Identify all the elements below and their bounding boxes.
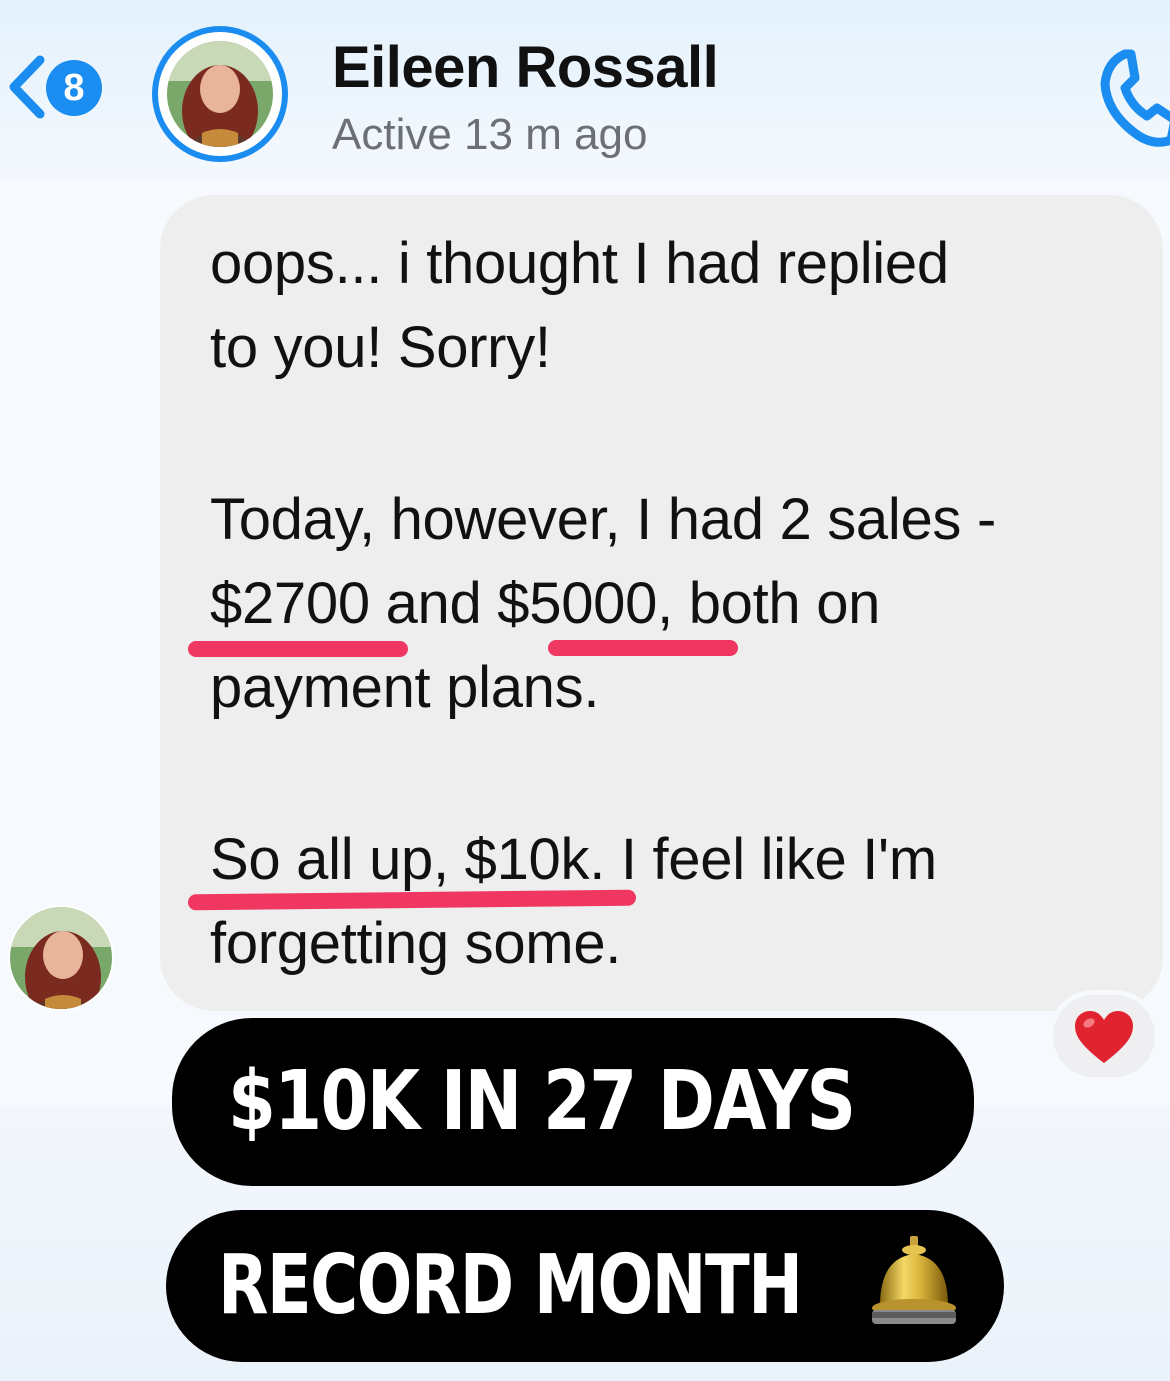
phone-icon <box>1100 49 1170 147</box>
message-line: oops... i thought I had replied <box>210 231 949 296</box>
call-button[interactable] <box>1095 40 1170 150</box>
message-line: $2700 and $5000, both on <box>210 571 881 636</box>
sender-avatar[interactable] <box>8 905 114 1011</box>
banner-text: $10K IN 27 DAYS <box>228 1054 856 1149</box>
overlay-banner: RECORD MONTH <box>166 1210 1004 1362</box>
back-button[interactable]: 8 <box>4 52 114 122</box>
heart-icon <box>1075 1011 1133 1063</box>
message-line: forgetting some. <box>210 911 622 976</box>
message-line: payment plans. <box>210 655 600 720</box>
message-line: to you! Sorry! <box>210 315 551 380</box>
bell-icon <box>872 1236 956 1324</box>
active-status: Active 13 m ago <box>332 110 648 159</box>
message-line: Today, however, I had 2 sales - <box>210 487 996 552</box>
chevron-left-icon <box>9 55 45 119</box>
message-reaction[interactable] <box>1048 990 1160 1082</box>
banner-text: RECORD MONTH <box>218 1238 803 1333</box>
contact-name[interactable]: Eileen Rossall <box>332 34 719 101</box>
contact-avatar[interactable] <box>152 26 288 162</box>
highlight-underline <box>548 640 738 656</box>
highlight-underline <box>188 641 408 657</box>
unread-count-badge: 8 <box>46 60 102 116</box>
overlay-banner: $10K IN 27 DAYS <box>172 1018 974 1186</box>
avatar-photo <box>167 41 273 147</box>
